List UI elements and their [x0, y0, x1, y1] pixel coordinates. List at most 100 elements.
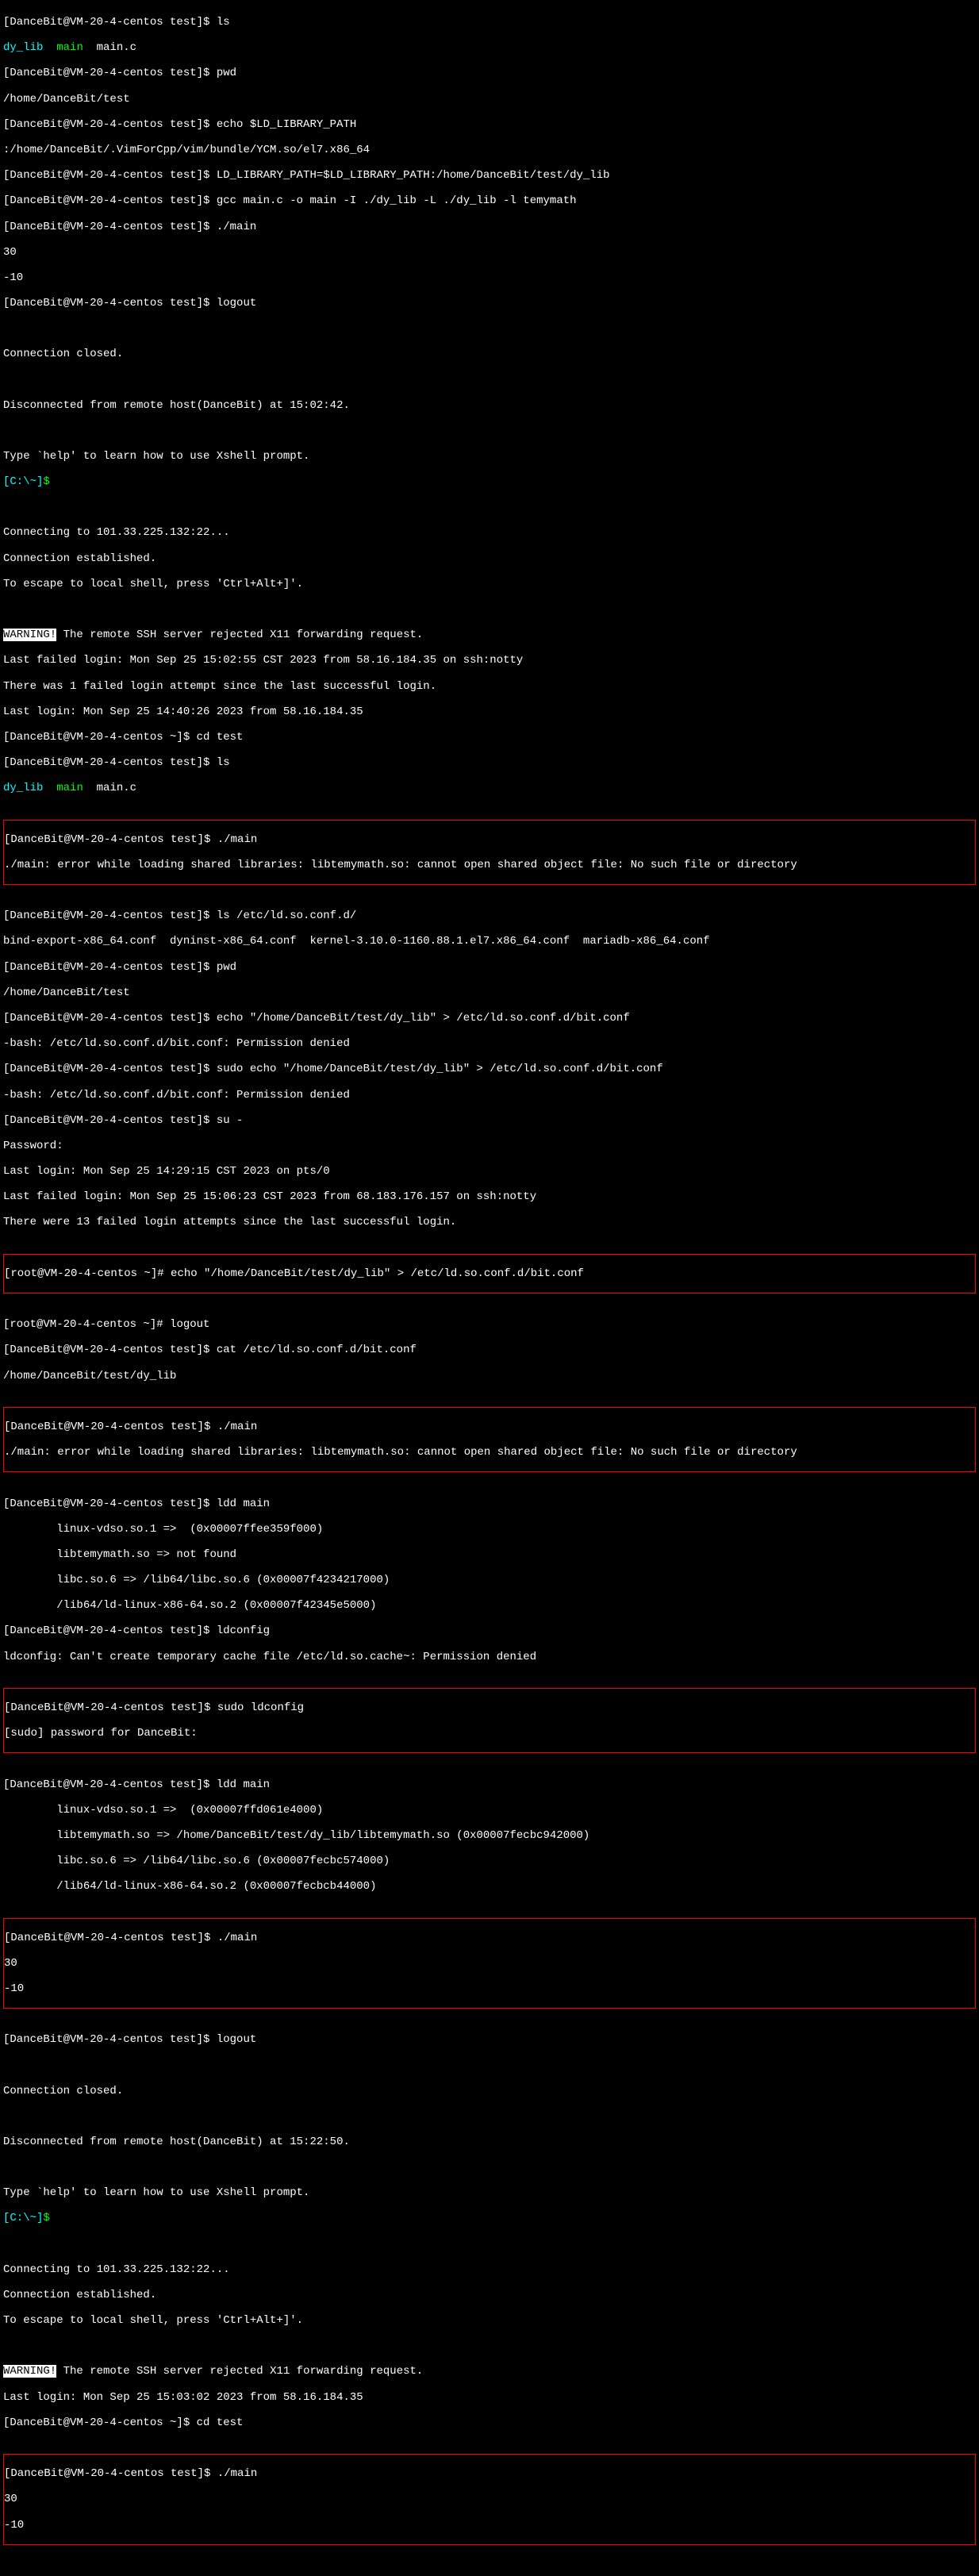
cmd: ./main	[217, 833, 257, 846]
local-prompt-dollar: $	[43, 475, 49, 488]
output: bind-export-x86_64.conf dyninst-x86_64.c…	[3, 935, 976, 948]
spacer	[43, 41, 56, 54]
blank	[3, 603, 976, 616]
cmd-line: [DanceBit@VM-20-4-centos test]$ ldd main	[3, 1778, 976, 1791]
output: 30	[4, 2493, 975, 2505]
cmd: ls /etc/ld.so.conf.d/	[217, 909, 356, 922]
output: Last login: Mon Sep 25 14:29:15 CST 2023…	[3, 1165, 976, 1178]
output: Disconnected from remote host(DanceBit) …	[3, 399, 976, 412]
blank	[3, 2110, 976, 2123]
blank	[3, 501, 976, 513]
prompt: [DanceBit@VM-20-4-centos test]$	[3, 297, 217, 310]
cmd-line: [DanceBit@VM-20-4-centos test]$ su -	[3, 1114, 976, 1127]
output: -10	[3, 271, 976, 284]
cmd-line: [DanceBit@VM-20-4-centos test]$ logout	[3, 2033, 976, 2046]
cmd: ldd main	[217, 1498, 270, 1510]
output: Type `help' to learn how to use Xshell p…	[3, 450, 976, 463]
cmd: su -	[217, 1114, 244, 1127]
output: Connection established.	[3, 552, 976, 565]
warning-text: The remote SSH server rejected X11 forwa…	[56, 629, 423, 641]
cmd-line: [DanceBit@VM-20-4-centos test]$ LD_LIBRA…	[3, 169, 976, 182]
cmd-line: [DanceBit@VM-20-4-centos test]$ ./main	[4, 2467, 975, 2480]
output: Last failed login: Mon Sep 25 15:06:23 C…	[3, 1190, 976, 1203]
cmd: ldd main	[217, 1778, 270, 1791]
cmd-line: [DanceBit@VM-20-4-centos test]$ cat /etc…	[3, 1344, 976, 1356]
prompt: [DanceBit@VM-20-4-centos test]$	[3, 169, 217, 182]
highlight-box-error2: [DanceBit@VM-20-4-centos test]$ ./main .…	[3, 1407, 976, 1472]
prompt: [DanceBit@VM-20-4-centos test]$	[3, 2033, 217, 2046]
highlight-box-success1: [DanceBit@VM-20-4-centos test]$ ./main 3…	[3, 1918, 976, 2009]
blank	[3, 2340, 976, 2352]
warning-text: The remote SSH server rejected X11 forwa…	[56, 2365, 423, 2378]
file-name: main.c	[83, 41, 136, 54]
prompt: [DanceBit@VM-20-4-centos test]$	[4, 2467, 217, 2480]
output: libc.so.6 => /lib64/libc.so.6 (0x00007f4…	[3, 1574, 976, 1586]
prompt: [DanceBit@VM-20-4-centos test]$	[3, 194, 217, 207]
dir-name: dy_lib	[3, 41, 43, 54]
cmd-line: [DanceBit@VM-20-4-centos test]$ pwd	[3, 67, 976, 79]
blank	[3, 425, 976, 437]
cmd-line: [DanceBit@VM-20-4-centos test]$ ./main	[4, 1932, 975, 1944]
blank	[3, 374, 976, 386]
output: /home/DanceBit/test	[3, 986, 976, 999]
exe-name: main	[56, 41, 83, 54]
output: To escape to local shell, press 'Ctrl+Al…	[3, 2314, 976, 2327]
output: Connection closed.	[3, 348, 976, 360]
cmd: logout	[217, 297, 256, 310]
prompt: [DanceBit@VM-20-4-centos test]$	[3, 961, 217, 974]
cmd: ./main	[217, 2467, 257, 2480]
prompt: [DanceBit@VM-20-4-centos test]$	[3, 1114, 217, 1127]
output: To escape to local shell, press 'Ctrl+Al…	[3, 578, 976, 590]
cmd-line: [DanceBit@VM-20-4-centos test]$ ls	[3, 16, 976, 29]
blank	[3, 322, 976, 335]
local-prompt-path: [C:\~]	[3, 2212, 43, 2224]
dir-name: dy_lib	[3, 782, 43, 794]
cmd: ./main	[217, 1932, 257, 1944]
prompt: [DanceBit@VM-20-4-centos test]$	[3, 16, 217, 29]
output: 30	[3, 246, 976, 259]
ls-output: dy_lib main main.c	[3, 41, 976, 54]
cmd: ldconfig	[217, 1624, 270, 1637]
prompt: [DanceBit@VM-20-4-centos test]$	[3, 1063, 217, 1075]
warning-line: WARNING! The remote SSH server rejected …	[3, 629, 976, 641]
highlight-box-success2: [DanceBit@VM-20-4-centos test]$ ./main 3…	[3, 2454, 976, 2545]
exe-name: main	[56, 782, 83, 794]
output: There were 13 failed login attempts sinc…	[3, 1216, 976, 1228]
blank	[3, 2161, 976, 2174]
cmd: cd test	[197, 2416, 244, 2429]
cmd-line: [DanceBit@VM-20-4-centos test]$ logout	[3, 297, 976, 310]
output: Last login: Mon Sep 25 14:40:26 2023 fro…	[3, 706, 976, 718]
output: Connecting to 101.33.225.132:22...	[3, 2263, 976, 2276]
output: libtemymath.so => /home/DanceBit/test/dy…	[3, 1829, 976, 1842]
cmd-line: [root@VM-20-4-centos ~]# echo "/home/Dan…	[4, 1267, 975, 1280]
cmd-line: [DanceBit@VM-20-4-centos test]$ ./main	[4, 1421, 975, 1433]
output: linux-vdso.so.1 => (0x00007ffd061e4000)	[3, 1804, 976, 1817]
blank	[3, 2059, 976, 2072]
cmd-line: [DanceBit@VM-20-4-centos test]$ pwd	[3, 961, 976, 974]
ls-output: dy_lib main main.c	[3, 782, 976, 794]
prompt: [DanceBit@VM-20-4-centos test]$	[3, 67, 217, 79]
output: libc.so.6 => /lib64/libc.so.6 (0x00007fe…	[3, 1855, 976, 1867]
output: Last login: Mon Sep 25 15:03:02 2023 fro…	[3, 2391, 976, 2404]
terminal-output[interactable]: [DanceBit@VM-20-4-centos test]$ ls dy_li…	[0, 0, 979, 2576]
output: /home/DanceBit/test/dy_lib	[3, 1370, 976, 1382]
prompt: [DanceBit@VM-20-4-centos test]$	[3, 756, 217, 769]
output: /lib64/ld-linux-x86-64.so.2 (0x00007f423…	[3, 1599, 976, 1612]
cmd: ./main	[217, 221, 256, 233]
output: ldconfig: Can't create temporary cache f…	[3, 1651, 976, 1663]
prompt: [DanceBit@VM-20-4-centos test]$	[4, 1701, 217, 1714]
cmd: echo "/home/DanceBit/test/dy_lib" > /etc…	[217, 1012, 630, 1025]
output: Connection established.	[3, 2289, 976, 2301]
output: Disconnected from remote host(DanceBit) …	[3, 2136, 976, 2148]
cmd: logout	[217, 2033, 256, 2046]
warning-badge: WARNING!	[3, 629, 56, 641]
output: Last failed login: Mon Sep 25 15:02:55 C…	[3, 654, 976, 667]
prompt: [DanceBit@VM-20-4-centos test]$	[3, 1012, 217, 1025]
prompt: [DanceBit@VM-20-4-centos test]$	[3, 1344, 217, 1356]
highlight-box-rootecho: [root@VM-20-4-centos ~]# echo "/home/Dan…	[3, 1254, 976, 1294]
prompt: [DanceBit@VM-20-4-centos test]$	[3, 1624, 217, 1637]
cmd-line: [DanceBit@VM-20-4-centos test]$ ls /etc/…	[3, 909, 976, 922]
output: Type `help' to learn how to use Xshell p…	[3, 2186, 976, 2199]
highlight-box-error1: [DanceBit@VM-20-4-centos test]$ ./main .…	[3, 820, 976, 885]
output: [sudo] password for DanceBit:	[4, 1727, 975, 1740]
